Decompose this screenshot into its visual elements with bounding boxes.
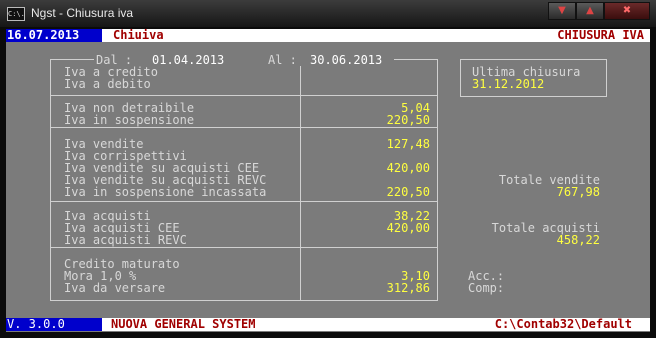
- comp-label: Comp:: [468, 281, 505, 295]
- iva-acquisti-cee-value: 420,00: [386, 221, 430, 235]
- minimize-button[interactable]: ▼: [548, 2, 576, 20]
- version-label: V. 3.0.0: [6, 318, 102, 331]
- iva-vendite-cee-value: 420,00: [386, 161, 430, 175]
- iva-da-versare-label: Iva da versare: [64, 281, 166, 295]
- dal-date[interactable]: 01.04.2013: [152, 54, 224, 66]
- current-date: 16.07.2013: [6, 29, 102, 42]
- product-name: NUOVA GENERAL SYSTEM: [111, 317, 256, 331]
- al-date[interactable]: 30.06.2013: [310, 54, 382, 66]
- iva-acquisti-revc-label: Iva acquisti REVC: [64, 233, 187, 247]
- iva-debito-label: Iva a debito: [64, 77, 151, 91]
- totale-acquisti-value: 458,22: [556, 233, 600, 247]
- ultima-chiusura-value: 31.12.2012: [472, 77, 545, 91]
- iva-sospensione-label: Iva in sospensione: [64, 113, 195, 127]
- top-status-bar: 16.07.2013 Chiuiva CHIUSURA IVA: [6, 29, 650, 42]
- console-icon: C:\.: [7, 7, 25, 21]
- data-path: C:\Contab32\Default: [494, 317, 632, 331]
- module-name: Chiuiva: [113, 28, 164, 42]
- iva-sospensione-incassata-label: Iva in sospensione incassata: [64, 185, 267, 199]
- app-window: C:\. Ngst - Chiusura iva ▼ ▲ ✖ 16.07.201…: [0, 0, 656, 338]
- separator: [50, 247, 437, 248]
- title-bar[interactable]: C:\. Ngst - Chiusura iva ▼ ▲ ✖: [0, 0, 656, 27]
- iva-vendite-value: 127,48: [386, 137, 430, 151]
- separator: [50, 127, 437, 128]
- separator: [50, 95, 437, 96]
- maximize-button[interactable]: ▲: [576, 2, 604, 20]
- window-title: Ngst - Chiusura iva: [31, 6, 134, 20]
- bottom-status-bar: V. 3.0.0 NUOVA GENERAL SYSTEM C:\Contab3…: [6, 318, 650, 331]
- iva-da-versare-value: 312,86: [386, 281, 430, 295]
- window-controls: ▼ ▲ ✖: [548, 2, 650, 20]
- console-area: 16.07.2013 Chiuiva CHIUSURA IVA Dal : 01…: [6, 29, 650, 332]
- separator: [50, 201, 437, 202]
- close-button[interactable]: ✖: [604, 2, 650, 20]
- iva-sospensione-value: 220,50: [386, 113, 430, 127]
- screen-title: CHIUSURA IVA: [557, 28, 644, 42]
- iva-sospensione-incassata-value: 220,50: [386, 185, 430, 199]
- al-label: Al :: [268, 53, 297, 67]
- totale-vendite-value: 767,98: [556, 185, 600, 199]
